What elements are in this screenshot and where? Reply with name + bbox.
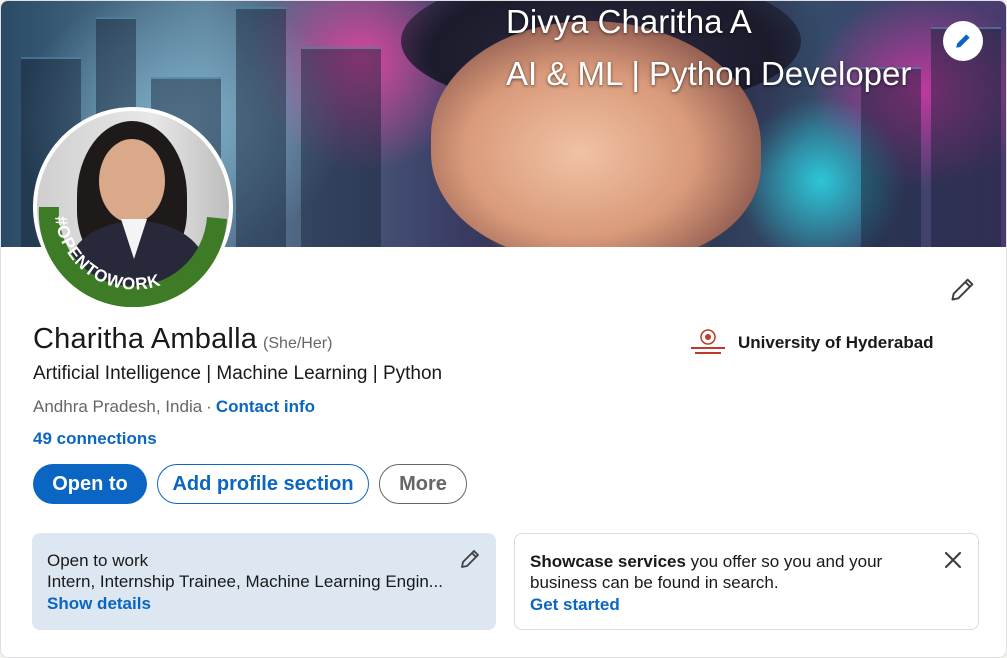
showcase-text: business can be found in search. [530,573,779,592]
pronouns: (She/Her) [263,335,333,352]
open-to-work-card: Open to work Intern, Internship Trainee,… [32,533,496,630]
education-name: University of Hyderabad [738,333,934,352]
pencil-icon [951,278,974,301]
edit-intro-button[interactable] [941,267,985,311]
university-crest-icon [689,327,727,359]
open-to-work-badge: #OPENTOWORK [38,207,227,307]
pencil-icon [956,34,970,48]
open-to-work-roles: Intern, Internship Trainee, Machine Lear… [47,572,443,591]
location: Andhra Pradesh, India [33,397,203,416]
open-to-work-badge-text: #OPENTOWORK [51,215,162,294]
contact-info-link[interactable]: Contact info [216,397,315,416]
banner-scenery [861,67,921,247]
profile-card: Divya Charitha A AI & ML | Python Develo… [0,0,1007,658]
education-entry[interactable]: University of Hyderabad [689,327,934,359]
edit-banner-button[interactable] [943,21,983,61]
showcase-title-bold: Showcase services [530,552,686,571]
profile-name: Charitha Amballa [33,323,258,355]
pencil-icon[interactable] [458,547,482,571]
name-line: Charitha Amballa (She/Her) [33,323,332,356]
profile-photo[interactable]: #OPENTOWORK [33,107,233,307]
open-to-button[interactable]: Open to [33,464,147,504]
banner-title: Divya Charitha A [506,3,752,40]
close-icon[interactable] [941,548,965,572]
banner-subtitle: AI & ML | Python Developer [506,55,912,92]
showcase-services-card: Showcase services you offer so you and y… [514,533,979,630]
showcase-title-rest: you offer so you and your [685,552,883,571]
banner-scenery [236,7,286,247]
open-to-work-title: Open to work [47,551,149,570]
add-profile-section-button[interactable]: Add profile section [157,464,369,504]
connections-link[interactable]: 49 connections [33,429,157,449]
svg-text:#OPENTOWORK: #OPENTOWORK [51,215,163,294]
separator: · [206,397,212,416]
showcase-title: Showcase services you offer so you and y… [530,552,882,572]
profile-headline: Artificial Intelligence | Machine Learni… [33,363,443,384]
location-line: Andhra Pradesh, India · Contact info [33,397,315,417]
show-details-link[interactable]: Show details [47,594,151,614]
more-button[interactable]: More [379,464,467,504]
banner-scenery [301,47,381,247]
get-started-link[interactable]: Get started [530,595,620,615]
